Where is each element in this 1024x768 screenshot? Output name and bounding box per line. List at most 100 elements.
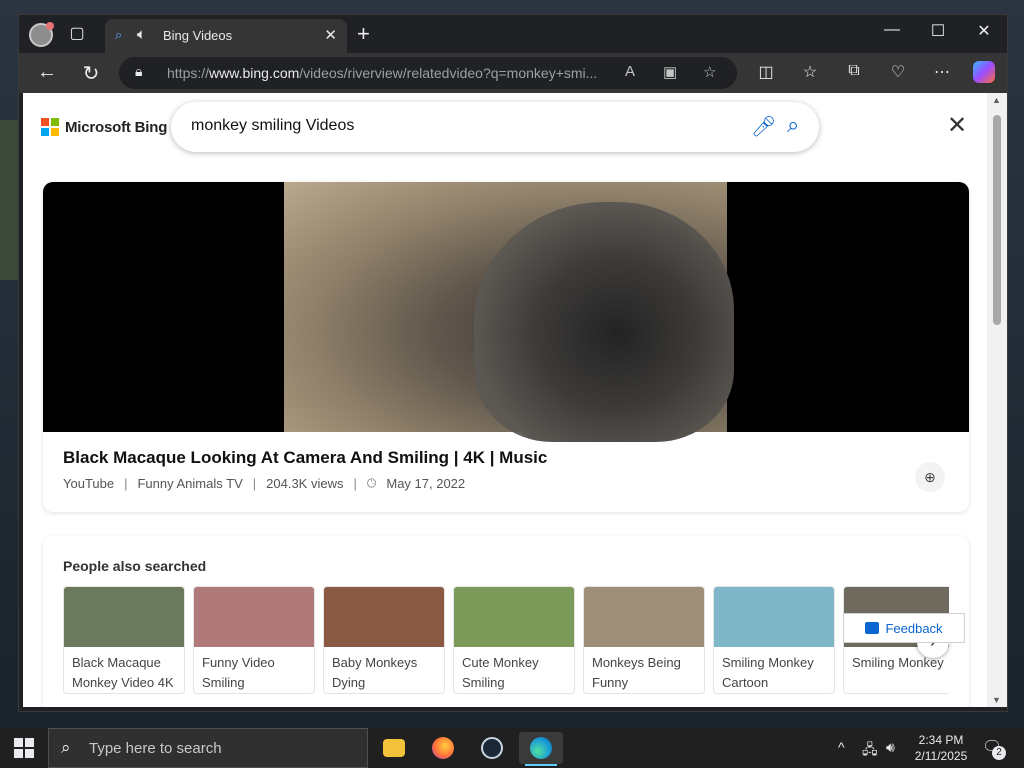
video-source: YouTube [63, 476, 115, 491]
search-icon: ⌕ [61, 738, 71, 757]
steam-taskbar-button[interactable] [470, 732, 514, 764]
taskbar: ⌕ Type here to search ^ 🖧︎ 🔊︎ 2:34 PM 2/… [0, 728, 1024, 768]
split-screen-icon[interactable]: ◫ [755, 62, 777, 82]
file-explorer-taskbar-button[interactable] [372, 732, 416, 764]
tab-title: Bing Videos [163, 28, 233, 43]
firefox-taskbar-button[interactable] [421, 732, 465, 764]
notification-count-badge: 2 [992, 746, 1006, 760]
refresh-icon[interactable]: ↻ [79, 61, 103, 86]
close-icon[interactable]: ✕ [947, 111, 967, 140]
read-aloud-icon[interactable]: A [625, 63, 635, 80]
related-search-label: Cute Monkey Smiling [462, 655, 539, 690]
steam-icon [481, 737, 503, 759]
edge-taskbar-button[interactable] [519, 732, 563, 766]
title-bar: ▢ ⌕ 🔈︎ Bing Videos ✕ + — ☐ ✕ [19, 15, 1007, 53]
minimize-button[interactable]: — [877, 21, 907, 39]
start-button[interactable] [14, 738, 34, 758]
taskbar-search-placeholder: Type here to search [89, 740, 222, 757]
video-title[interactable]: Black Macaque Looking At Camera And Smil… [63, 448, 547, 468]
new-tab-button[interactable]: + [357, 21, 370, 47]
immersive-reader-icon[interactable]: ▣ [663, 63, 677, 81]
lock-icon[interactable]: 🔒︎ [135, 63, 142, 80]
bing-favicon-icon: ⌕ [115, 27, 123, 42]
more-icon[interactable]: ⋯ [931, 62, 953, 82]
video-player[interactable] [43, 182, 969, 442]
related-search-item[interactable]: Monkeys Being Funny [583, 586, 705, 694]
copilot-icon[interactable] [973, 61, 995, 83]
microphone-icon[interactable]: 🎤︎ [751, 114, 776, 139]
related-search-item[interactable]: Smiling Monkey Cartoon [713, 586, 835, 694]
related-search-thumbnail [714, 587, 834, 647]
bing-logo-text: Microsoft Bing [65, 118, 168, 136]
separator: | [124, 476, 128, 491]
feedback-label: Feedback [885, 620, 943, 636]
microsoft-logo-icon [41, 118, 59, 136]
folder-icon [383, 739, 405, 757]
taskbar-search[interactable]: ⌕ Type here to search [48, 728, 368, 768]
video-date: May 17, 2022 [386, 476, 466, 491]
monkey-image [474, 202, 734, 442]
tab-close-icon[interactable]: ✕ [324, 26, 337, 44]
people-also-searched-card: People also searched Black Macaque Monke… [43, 536, 969, 707]
video-card: Black Macaque Looking At Camera And Smil… [43, 182, 969, 512]
separator: | [353, 476, 357, 491]
close-window-button[interactable]: ✕ [969, 21, 999, 41]
related-search-thumbnail [324, 587, 444, 647]
related-search-label: Black Macaque Monkey Video 4K [72, 655, 174, 690]
video-views: 204.3K views [266, 476, 344, 491]
clock-time: 2:34 PM [918, 733, 964, 747]
clock-icon: 🕓︎ [366, 476, 377, 490]
favorites-icon[interactable]: ☆ [799, 62, 821, 82]
related-search-thumbnail [584, 587, 704, 647]
network-icon[interactable]: 🖧︎ [862, 739, 878, 763]
back-icon[interactable]: ← [35, 61, 59, 84]
search-input[interactable]: monkey smiling Videos [191, 117, 354, 135]
desktop-window-edge [0, 120, 18, 280]
chevron-up-icon[interactable]: ^ [838, 739, 845, 755]
tab-actions-icon[interactable]: ▢ [67, 24, 87, 44]
related-search-item[interactable]: Baby Monkeys Dying [323, 586, 445, 694]
video-channel: Funny Animals TV [137, 476, 243, 491]
related-search-label: Baby Monkeys Dying [332, 655, 418, 690]
page-scrollbar[interactable]: ▲ ▼ [987, 93, 1007, 707]
related-search-thumbnail [454, 587, 574, 647]
volume-icon[interactable]: 🔊︎ [886, 739, 895, 756]
search-icon[interactable]: ⌕ [787, 112, 799, 138]
video-frame [284, 182, 734, 442]
video-meta: YouTube | Funny Animals TV | 204.3K view… [63, 476, 465, 491]
speaker-icon[interactable]: 🔈︎ [137, 26, 146, 43]
clock-date: 2/11/2025 [914, 749, 968, 763]
browser-toolbar: ← ↻ 🔒︎ https://www.bing.com/videos/river… [19, 53, 1007, 93]
edge-icon [530, 737, 552, 759]
save-to-collection-button[interactable]: ⊕ [915, 462, 945, 492]
bing-logo[interactable]: Microsoft Bing [41, 118, 167, 136]
browser-window: ▢ ⌕ 🔈︎ Bing Videos ✕ + — ☐ ✕ ← ↻ 🔒︎ http… [18, 14, 1008, 712]
browser-essentials-icon[interactable]: ♡ [887, 62, 909, 82]
firefox-icon [432, 737, 454, 759]
scroll-down-arrow-icon[interactable]: ▼ [992, 695, 1001, 705]
active-indicator [525, 764, 557, 766]
related-search-label: Smiling Monkey Cartoon [722, 655, 814, 690]
scroll-up-arrow-icon[interactable]: ▲ [992, 95, 1001, 105]
related-search-item[interactable]: Funny Video Smiling [193, 586, 315, 694]
maximize-button[interactable]: ☐ [923, 21, 953, 41]
taskbar-clock[interactable]: 2:34 PM 2/11/2025 [908, 732, 974, 764]
favorite-star-icon[interactable]: ☆ [703, 63, 716, 81]
search-box[interactable]: monkey smiling Videos 🎤︎ ⌕ [171, 102, 819, 152]
tab-bing-videos[interactable]: ⌕ 🔈︎ Bing Videos ✕ [105, 19, 347, 53]
address-bar[interactable]: 🔒︎ https://www.bing.com/videos/riverview… [119, 57, 737, 89]
feedback-button[interactable]: Feedback [843, 613, 965, 643]
related-search-item[interactable]: Black Macaque Monkey Video 4K [63, 586, 185, 694]
feedback-icon [865, 622, 880, 634]
related-search-thumbnail [64, 587, 184, 647]
related-search-thumbnail [194, 587, 314, 647]
people-also-searched-title: People also searched [63, 558, 207, 574]
collections-icon[interactable]: ⧉ [843, 62, 865, 80]
scroll-thumb[interactable] [993, 115, 1001, 325]
separator: | [252, 476, 257, 491]
url-text[interactable]: https://www.bing.com/videos/riverview/re… [167, 65, 607, 81]
related-search-label: Funny Video Smiling [202, 655, 275, 690]
related-searches-carousel: Black Macaque Monkey Video 4K Funny Video… [63, 586, 949, 696]
related-search-item[interactable]: Cute Monkey Smiling [453, 586, 575, 694]
profile-avatar[interactable] [29, 22, 54, 47]
